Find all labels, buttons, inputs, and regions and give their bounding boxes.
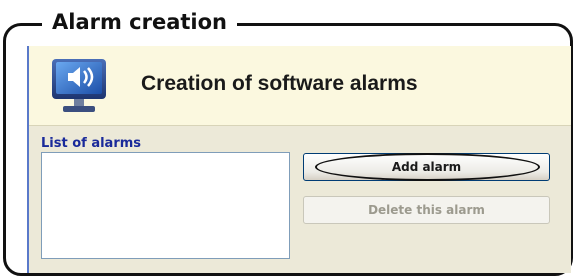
monitor-speaker-icon — [52, 59, 106, 112]
alarm-list-label: List of alarms — [41, 136, 142, 151]
window-header: Creation of software alarms — [29, 46, 571, 126]
alarm-window: Creation of software alarms List of alar… — [27, 46, 571, 273]
delete-alarm-button[interactable]: Delete this alarm — [303, 196, 550, 224]
alarm-list[interactable] — [41, 152, 290, 259]
add-alarm-button[interactable]: Add alarm — [303, 153, 550, 181]
header-title: Creation of software alarms — [141, 72, 418, 95]
callout-title: Alarm creation — [42, 7, 238, 41]
